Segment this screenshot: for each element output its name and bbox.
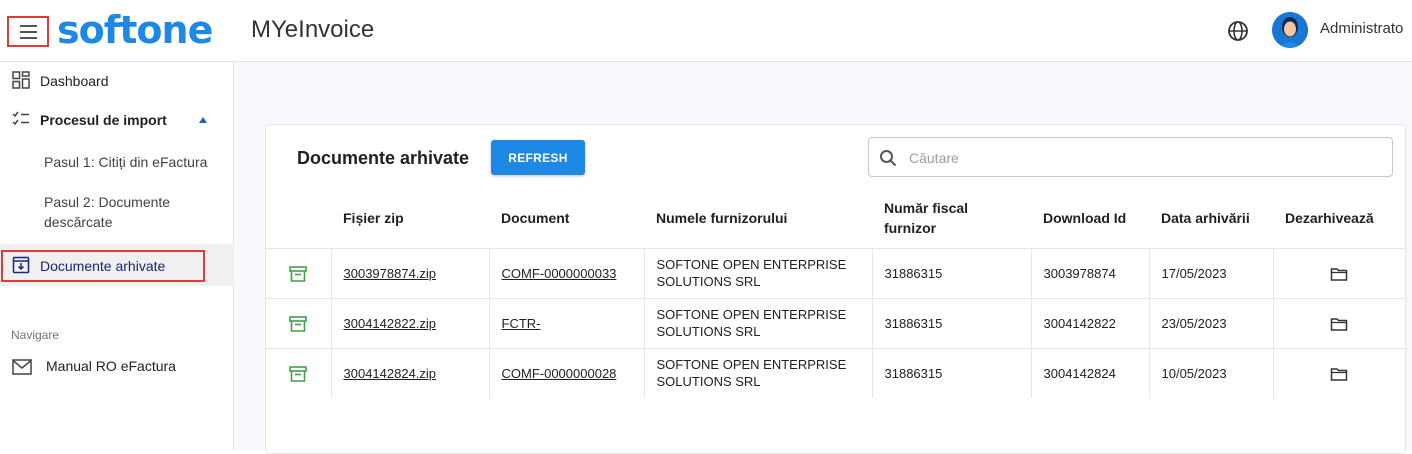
archive-icon[interactable]: [289, 315, 308, 332]
document-link[interactable]: COMF-0000000033: [489, 247, 645, 298]
fiscal-cell: 31886315: [872, 297, 1032, 348]
user-name[interactable]: Administrato: [1320, 20, 1403, 37]
avatar-icon[interactable]: [1272, 12, 1308, 48]
fiscal-cell: 31886315: [872, 347, 1032, 398]
sidebar-item-label: Manual RO eFactura: [46, 358, 176, 374]
column-header[interactable]: Download Id: [1031, 188, 1149, 248]
date-cell: 10/05/2023: [1149, 347, 1274, 398]
download-id-cell: 3004142822: [1031, 297, 1150, 348]
column-header: Dezarhivează: [1285, 209, 1374, 226]
row-archive-cell: [266, 297, 332, 348]
date-cell: 17/05/2023: [1149, 247, 1274, 298]
sidebar-item-import[interactable]: Procesul de import: [0, 110, 234, 132]
supplier-cell: SOFTONE OPEN ENTERPRISE SOLUTIONS SRL: [644, 297, 873, 348]
refresh-button[interactable]: REFRESH: [491, 140, 585, 175]
unarchive-cell: [1273, 347, 1405, 398]
archived-documents-card: Documente arhivate REFRESH Fișier zip Do…: [265, 124, 1406, 454]
fiscal-cell: 31886315: [872, 247, 1032, 298]
sidebar-item-label: Dashboard: [40, 73, 109, 89]
sidebar-item-label: Documente arhivate: [40, 258, 166, 274]
archive-download-icon: [12, 256, 30, 274]
date-cell: 23/05/2023: [1149, 297, 1274, 348]
unarchive-cell: [1273, 297, 1405, 348]
column-header[interactable]: Data arhivării: [1149, 188, 1273, 248]
column-header[interactable]: Numele furnizorului: [644, 188, 872, 248]
mail-icon: [12, 359, 32, 375]
row-archive-cell: [266, 347, 332, 398]
table-row: 3004142822.zip FCTR- SOFTONE OPEN ENTERP…: [266, 297, 1405, 348]
globe-icon[interactable]: [1227, 20, 1249, 42]
zip-link[interactable]: 3004142824.zip: [331, 347, 490, 398]
checklist-icon: [12, 111, 29, 126]
sidebar-item-step1[interactable]: Pasul 1: Citiți din eFactura: [44, 152, 207, 172]
archive-icon[interactable]: [289, 265, 308, 282]
sidebar-item-manual[interactable]: Manual RO eFactura: [0, 356, 234, 378]
search-box: [868, 137, 1393, 177]
sidebar-item-archived[interactable]: Documente arhivate: [0, 256, 234, 278]
supplier-cell: SOFTONE OPEN ENTERPRISE SOLUTIONS SRL: [644, 247, 873, 298]
row-archive-cell: [266, 247, 332, 298]
hamburger-icon[interactable]: [7, 16, 49, 47]
document-link[interactable]: COMF-0000000028: [489, 347, 645, 398]
search-input[interactable]: [909, 146, 1379, 170]
column-header[interactable]: Fișier zip: [331, 188, 489, 248]
column-header-icon: [266, 188, 331, 248]
column-header[interactable]: Număr fiscal furnizor: [872, 188, 1031, 248]
download-id-cell: 3004142824: [1031, 347, 1150, 398]
zip-link[interactable]: 3004142822.zip: [331, 297, 490, 348]
documents-table: Fișier zip Document Numele furnizorului …: [266, 188, 1405, 398]
download-id-cell: 3003978874: [1031, 247, 1150, 298]
sidebar-item-dashboard[interactable]: Dashboard: [0, 71, 234, 93]
sidebar-item-label: Procesul de import: [40, 112, 167, 128]
search-icon: [880, 150, 897, 167]
top-bar: softone MYeInvoice Administrato: [0, 0, 1412, 62]
table-header: Fișier zip Document Numele furnizorului …: [266, 188, 1405, 248]
archive-icon[interactable]: [289, 366, 308, 382]
chevron-up-icon[interactable]: [198, 116, 208, 124]
table-row: 3004142824.zip COMF-0000000028 SOFTONE O…: [266, 347, 1405, 398]
table-row: 3003978874.zip COMF-0000000033 SOFTONE O…: [266, 247, 1405, 298]
section-label-navigare: Navigare: [11, 328, 60, 342]
app-name: MYeInvoice: [251, 16, 375, 43]
folder-icon[interactable]: [1330, 266, 1348, 282]
column-header[interactable]: Document: [489, 188, 644, 248]
folder-icon[interactable]: [1330, 366, 1348, 382]
page-title: Documente arhivate: [297, 148, 470, 168]
supplier-cell: SOFTONE OPEN ENTERPRISE SOLUTIONS SRL: [644, 347, 873, 398]
sidebar: Dashboard Procesul de import Pasul 1: Ci…: [0, 62, 234, 450]
dashboard-icon: [12, 71, 30, 89]
unarchive-cell: [1273, 247, 1405, 298]
folder-icon[interactable]: [1330, 316, 1348, 332]
zip-link[interactable]: 3003978874.zip: [331, 247, 490, 298]
main-content: Documente arhivate REFRESH Fișier zip Do…: [235, 62, 1412, 454]
document-link[interactable]: FCTR-: [489, 297, 645, 348]
brand-logo: softone: [57, 8, 213, 52]
sidebar-item-step2[interactable]: Pasul 2: Documente descărcate: [44, 192, 204, 232]
